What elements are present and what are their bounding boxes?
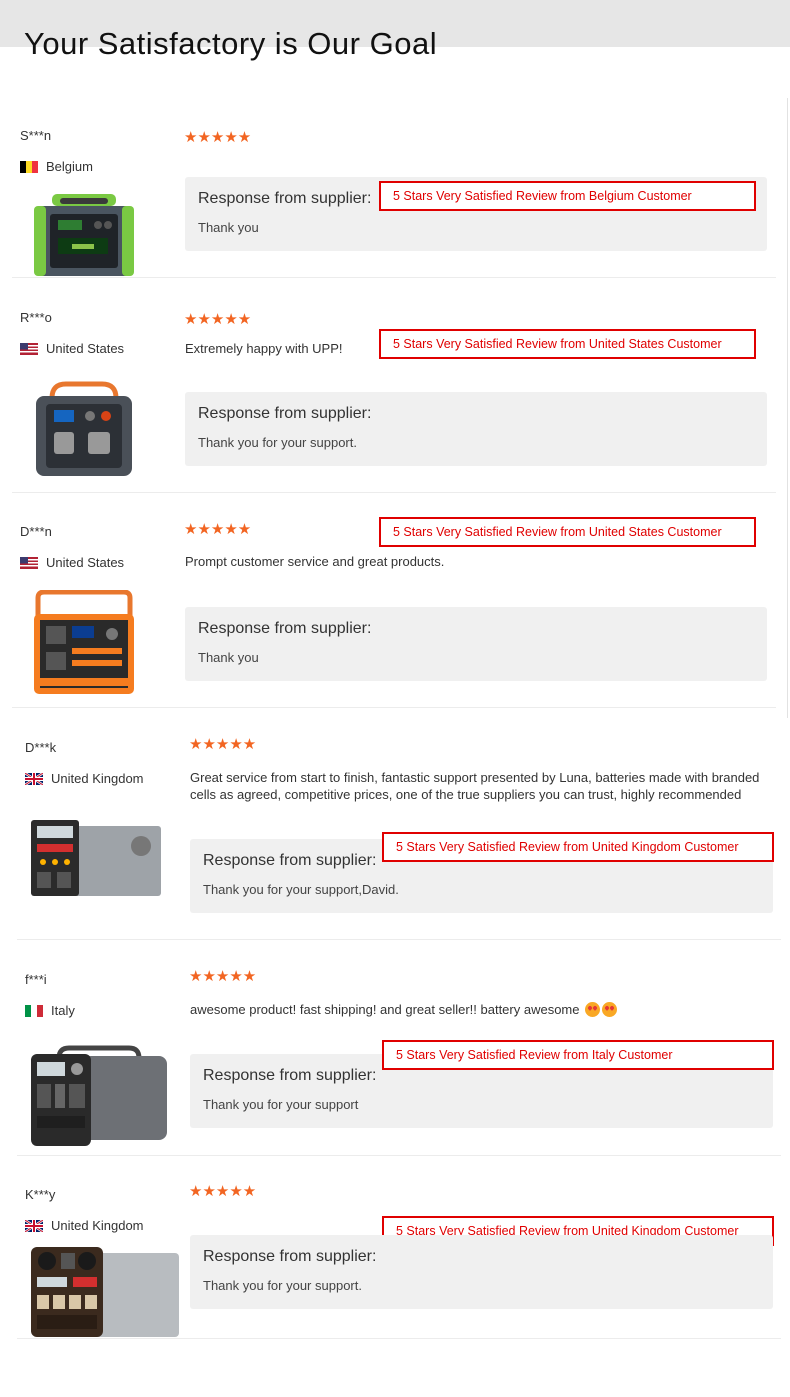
review-highlight-badge: 5 Stars Very Satisfied Review from Unite… (382, 832, 774, 862)
power-station-green-image (34, 194, 134, 276)
reviewer-country: Belgium (20, 159, 93, 174)
review-highlight-badge: 5 Stars Very Satisfied Review from Unite… (379, 517, 756, 547)
italy-flag-icon (25, 1004, 43, 1017)
reviewer-country: United Kingdom (25, 771, 144, 786)
star-rating: ★★★★★ (189, 736, 257, 753)
reviewer-name: K***y (25, 1187, 56, 1202)
review-divider (12, 492, 776, 493)
review-card: R***o United States ★★★★★ Extremely happ… (12, 286, 776, 493)
review-comment: awesome product! fast shipping! and grea… (190, 1001, 770, 1018)
reviewer-country: United States (20, 341, 124, 356)
star-rating: ★★★★★ (189, 1183, 257, 1200)
review-highlight-badge: 5 Stars Very Satisfied Review from Unite… (379, 329, 756, 359)
uk-flag-icon (25, 1219, 43, 1232)
review-comment: Great service from start to finish, fant… (190, 770, 760, 802)
response-text: Thank you for your support,David. (203, 882, 399, 897)
reviewer-name: f***i (25, 972, 47, 987)
supplier-response: Response from supplier: Thank you (185, 607, 767, 681)
reviewer-name: S***n (20, 128, 52, 143)
star-rating: ★★★★★ (184, 521, 252, 538)
power-station-gray-image (36, 381, 132, 476)
star-rating: ★★★★★ (184, 129, 252, 146)
response-text: Thank you (198, 220, 259, 235)
reviewer-country: Italy (25, 1003, 75, 1018)
country-label: United States (46, 555, 125, 570)
review-divider (17, 1338, 781, 1339)
heart-eyes-emoji-icon (602, 1002, 618, 1017)
country-label: Belgium (46, 159, 93, 174)
response-text: Thank you (198, 650, 259, 665)
review-highlight-badge: 5 Stars Very Satisfied Review from Italy… (382, 1040, 774, 1070)
review-card: D***k United Kingdom ★★★★★ Great service… (17, 716, 781, 940)
country-label: United Kingdom (51, 1218, 144, 1233)
supplier-response: Response from supplier: Thank you for yo… (185, 392, 767, 466)
page-title: Your Satisfactory is Our Goal (24, 26, 438, 61)
review-comment: Prompt customer service and great produc… (185, 554, 445, 569)
response-label: Response from supplier: (198, 405, 372, 422)
us-flag-icon (20, 556, 38, 569)
response-text: Thank you for your support. (198, 435, 357, 450)
reviewer-name: R***o (20, 310, 52, 325)
response-text: Thank you for your support. (203, 1278, 362, 1293)
uk-flag-icon (25, 772, 43, 785)
us-flag-icon (20, 342, 38, 355)
country-label: United States (46, 341, 125, 356)
country-label: United Kingdom (51, 771, 144, 786)
reviewer-name: D***k (25, 740, 57, 755)
review-card: f***i Italy ★★★★★ awesome product! fast … (17, 948, 781, 1156)
review-divider (17, 939, 781, 940)
review-divider (12, 707, 776, 708)
panel-border (787, 98, 788, 718)
review-card: D***n United States ★★★★★ 5 Stars Very S… (12, 500, 776, 708)
response-label: Response from supplier: (198, 190, 372, 207)
review-highlight-badge: 5 Stars Very Satisfied Review from Belgi… (379, 181, 756, 211)
belgium-flag-icon (20, 160, 38, 173)
review-comment-text: awesome product! fast shipping! and grea… (190, 1002, 580, 1017)
supplier-response: Response from supplier: Thank you for yo… (190, 1235, 773, 1309)
review-divider (12, 277, 776, 278)
review-card: S***n Belgium ★★★★★ Response from suppli… (12, 104, 776, 278)
review-divider (17, 1155, 781, 1156)
response-label: Response from supplier: (198, 620, 372, 637)
heart-eyes-emoji-icon (585, 1002, 601, 1017)
reviewer-country: United States (20, 555, 124, 570)
country-label: Italy (51, 1003, 75, 1018)
review-card: K***y United Kingdom ★★★★★ 5 Stars Very … (17, 1163, 781, 1339)
response-label: Response from supplier: (203, 1248, 377, 1265)
power-station-large-silver-image (31, 1247, 179, 1337)
response-label: Response from supplier: (203, 1067, 377, 1084)
response-text: Thank you for your support (203, 1097, 359, 1112)
reviewer-name: D***n (20, 524, 52, 539)
power-station-dark-image (31, 1045, 167, 1146)
reviewer-country: United Kingdom (25, 1218, 144, 1233)
power-station-orange-image (34, 590, 134, 694)
star-rating: ★★★★★ (189, 968, 257, 985)
power-station-silver-image (31, 820, 161, 896)
star-rating: ★★★★★ (184, 311, 252, 328)
response-label: Response from supplier: (203, 852, 377, 869)
